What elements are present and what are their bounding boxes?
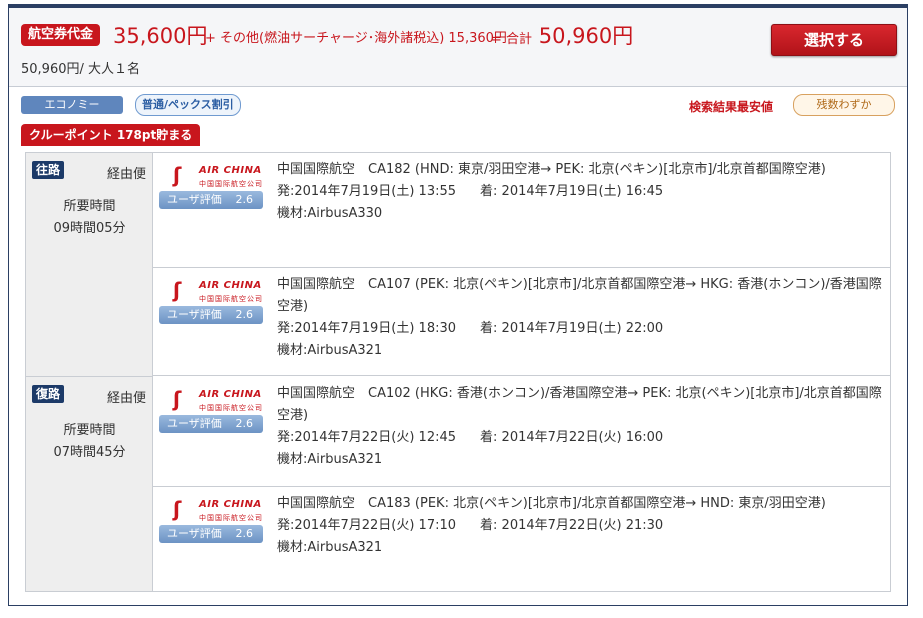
outbound-route-type: 経由便 <box>106 167 146 182</box>
logo-text-en: AIR CHINA <box>199 389 262 400</box>
inbound-cell: 復路 経由便 所要時間 07時間45分 <box>26 376 153 591</box>
flight-segment: ʃ AIR CHINA 中国国际航空公司 ユーザ評価 2.6 中国国際航空 CA… <box>153 487 890 591</box>
per-person-price: 50,960円/ 大人１名 <box>21 62 140 77</box>
inbound-duration: 07時間45分 <box>53 445 126 460</box>
rating-label: ユーザ評価 <box>167 527 222 540</box>
user-rating-badge[interactable]: ユーザ評価 2.6 <box>159 191 263 209</box>
air-china-logo: ʃ AIR CHINA 中国国际航空公司 <box>167 495 271 525</box>
phoenix-icon: ʃ <box>173 497 182 521</box>
logo-text-en: AIR CHINA <box>199 280 262 291</box>
segment-details: 中国国際航空 CA183 (PEK: 北京(ペキン)[北京市]/北京首都国際空港… <box>277 493 885 559</box>
logo-text-cn: 中国国际航空公司 <box>199 295 263 303</box>
total-label: = 合計 <box>491 32 533 47</box>
segment-details: 中国国際航空 CA102 (HKG: 香港(ホンコン)/香港国際空港→ PEK:… <box>277 383 885 471</box>
inbound-route-type: 経由便 <box>106 391 146 406</box>
rating-value: 2.6 <box>235 193 254 206</box>
flight-segment: ʃ AIR CHINA 中国国际航空公司 ユーザ評価 2.6 中国国際航空 CA… <box>153 377 890 487</box>
rating-label: ユーザ評価 <box>167 417 222 430</box>
flight-segment: ʃ AIR CHINA 中国国际航空公司 ユーザ評価 2.6 中国国際航空 CA… <box>153 268 890 376</box>
phoenix-icon: ʃ <box>173 387 182 411</box>
segment-times: 発:2014年7月22日(火) 12:45 着: 2014年7月22日(火) 16… <box>277 427 885 449</box>
user-rating-badge[interactable]: ユーザ評価 2.6 <box>159 415 263 433</box>
rating-value: 2.6 <box>235 417 254 430</box>
departure-time: 発:2014年7月22日(火) 12:45 <box>277 430 457 445</box>
rating-value: 2.6 <box>235 308 254 321</box>
logo-text-cn: 中国国际航空公司 <box>199 404 263 412</box>
crew-points-tag: クルーポイント 178pt貯まる <box>21 124 201 146</box>
base-price: 35,600円 <box>113 24 208 48</box>
segment-times: 発:2014年7月22日(火) 17:10 着: 2014年7月22日(火) 21… <box>277 515 885 537</box>
cabin-class-tag: エコノミー <box>21 96 123 114</box>
fare-result-card: 航空券代金 35,600円 + その他(燃油サーチャージ･海外諸税込) 15,3… <box>8 4 908 606</box>
total-price-group: = 合計 50,960円 <box>491 20 633 50</box>
cheapest-label: 検索結果最安値 <box>689 100 774 114</box>
segment-details: 中国国際航空 CA107 (PEK: 北京(ペキン)[北京市]/北京首都国際空港… <box>277 274 885 362</box>
rating-label: ユーザ評価 <box>167 193 222 206</box>
inbound-badge: 復路 <box>32 385 65 403</box>
arrival-time: 着: 2014年7月19日(土) 16:45 <box>480 184 664 199</box>
aircraft: 機材:AirbusA330 <box>277 206 383 221</box>
flight-segment: ʃ AIR CHINA 中国国际航空公司 ユーザ評価 2.6 中国国際航空 CA… <box>153 153 890 268</box>
air-china-logo: ʃ AIR CHINA 中国国际航空公司 <box>167 276 271 306</box>
total-price: 50,960円 <box>538 24 634 48</box>
outbound-cell: 往路 経由便 所要時間 09時間05分 <box>26 153 153 376</box>
arrival-time: 着: 2014年7月19日(土) 22:00 <box>480 321 664 336</box>
outbound-duration-label: 所要時間 <box>63 199 116 214</box>
logo-text-cn: 中国国际航空公司 <box>199 180 263 188</box>
segment-route: 中国国際航空 CA183 (PEK: 北京(ペキン)[北京市]/北京首都国際空港… <box>277 496 826 511</box>
aircraft: 機材:AirbusA321 <box>277 343 383 358</box>
arrival-time: 着: 2014年7月22日(火) 16:00 <box>480 430 664 445</box>
logo-text-en: AIR CHINA <box>199 499 262 510</box>
segment-route: 中国国際航空 CA182 (HND: 東京/羽田空港→ PEK: 北京(ペキン)… <box>277 162 826 177</box>
departure-time: 発:2014年7月22日(火) 17:10 <box>277 518 457 533</box>
aircraft: 機材:AirbusA321 <box>277 540 383 555</box>
phoenix-icon: ʃ <box>173 278 182 302</box>
fare-badge: 航空券代金 <box>21 24 101 46</box>
departure-time: 発:2014年7月19日(土) 13:55 <box>277 184 457 199</box>
air-china-logo: ʃ AIR CHINA 中国国际航空公司 <box>167 161 271 191</box>
logo-text-cn: 中国国际航空公司 <box>199 514 263 522</box>
rating-label: ユーザ評価 <box>167 308 222 321</box>
fare-type-tag: 普通/ペックス割引 <box>135 94 241 116</box>
other-fees: + その他(燃油サーチャージ･海外諸税込) 15,360円 <box>205 31 507 46</box>
arrival-time: 着: 2014年7月22日(火) 21:30 <box>480 518 664 533</box>
outbound-duration: 09時間05分 <box>53 221 126 236</box>
segment-details: 中国国際航空 CA182 (HND: 東京/羽田空港→ PEK: 北京(ペキン)… <box>277 159 885 225</box>
segment-times: 発:2014年7月19日(土) 18:30 着: 2014年7月19日(土) 22… <box>277 318 885 340</box>
select-button[interactable]: 選択する <box>771 24 897 56</box>
aircraft: 機材:AirbusA321 <box>277 452 383 467</box>
departure-time: 発:2014年7月19日(土) 18:30 <box>277 321 457 336</box>
air-china-logo: ʃ AIR CHINA 中国国际航空公司 <box>167 385 271 415</box>
itinerary-table: 往路 経由便 所要時間 09時間05分 復路 経由便 所要時間 07時間45分 … <box>25 152 891 592</box>
price-summary-bar: 航空券代金 35,600円 + その他(燃油サーチャージ･海外諸税込) 15,3… <box>9 8 907 87</box>
user-rating-badge[interactable]: ユーザ評価 2.6 <box>159 306 263 324</box>
user-rating-badge[interactable]: ユーザ評価 2.6 <box>159 525 263 543</box>
outbound-badge: 往路 <box>32 161 65 179</box>
few-seats-tag: 残数わずか <box>793 94 895 116</box>
segment-route: 中国国際航空 CA102 (HKG: 香港(ホンコン)/香港国際空港→ PEK:… <box>277 386 882 423</box>
phoenix-icon: ʃ <box>173 163 182 187</box>
segment-route: 中国国際航空 CA107 (PEK: 北京(ペキン)[北京市]/北京首都国際空港… <box>277 277 882 314</box>
logo-text-en: AIR CHINA <box>199 165 262 176</box>
rating-value: 2.6 <box>235 527 254 540</box>
segment-times: 発:2014年7月19日(土) 13:55 着: 2014年7月19日(土) 16… <box>277 181 885 203</box>
inbound-duration-label: 所要時間 <box>63 423 116 438</box>
